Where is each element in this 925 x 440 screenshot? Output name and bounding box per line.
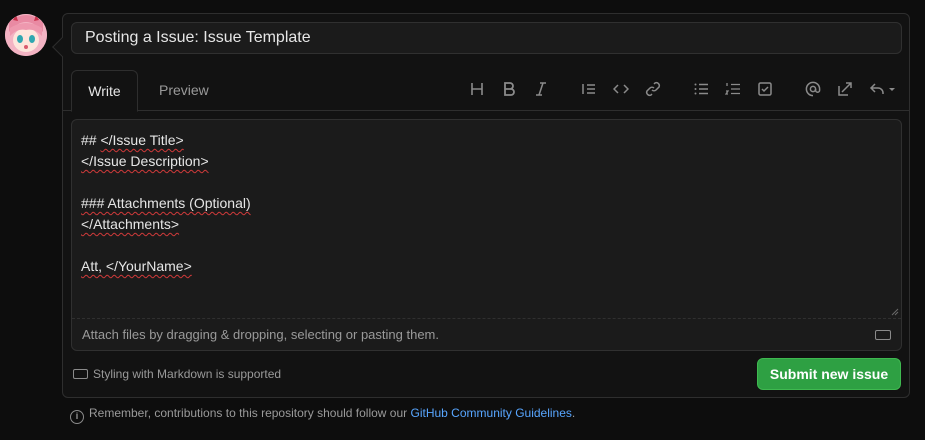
- attach-files-area[interactable]: Attach files by dragging & dropping, sel…: [72, 318, 901, 350]
- task-list-icon[interactable]: [756, 80, 774, 98]
- quote-icon[interactable]: [580, 80, 598, 98]
- code-icon[interactable]: [612, 80, 630, 98]
- link-icon[interactable]: [644, 80, 662, 98]
- community-guidelines-link[interactable]: GitHub Community Guidelines: [411, 406, 572, 420]
- guidelines-note: i Remember, contributions to this reposit…: [70, 406, 575, 424]
- markdown-icon: [73, 369, 88, 379]
- info-icon: i: [70, 410, 84, 424]
- avatar[interactable]: [5, 14, 47, 56]
- resize-handle-icon[interactable]: [891, 308, 899, 316]
- unordered-list-icon[interactable]: [692, 80, 710, 98]
- markdown-icon: [875, 330, 891, 340]
- tab-write[interactable]: Write: [71, 70, 138, 112]
- issue-form: Posting a Issue: Issue Template Write Pr…: [52, 13, 910, 398]
- editor-tabs: Write Preview: [63, 70, 909, 112]
- ordered-list-icon[interactable]: [724, 80, 742, 98]
- issue-body-editor[interactable]: ## </Issue Title> </Issue Description> #…: [71, 119, 902, 351]
- bold-icon[interactable]: [500, 80, 518, 98]
- tab-preview[interactable]: Preview: [159, 70, 209, 111]
- mention-icon[interactable]: [804, 80, 822, 98]
- reply-icon[interactable]: [868, 80, 898, 98]
- heading-icon[interactable]: [468, 80, 486, 98]
- italic-icon[interactable]: [532, 80, 550, 98]
- submit-issue-button[interactable]: Submit new issue: [757, 358, 901, 390]
- reference-icon[interactable]: [836, 80, 854, 98]
- comment-caret: [52, 37, 72, 57]
- editor-text: ## </Issue Title> </Issue Description> #…: [81, 132, 251, 274]
- issue-title-input[interactable]: Posting a Issue: Issue Template: [71, 22, 902, 54]
- markdown-note[interactable]: Styling with Markdown is supported: [73, 367, 281, 381]
